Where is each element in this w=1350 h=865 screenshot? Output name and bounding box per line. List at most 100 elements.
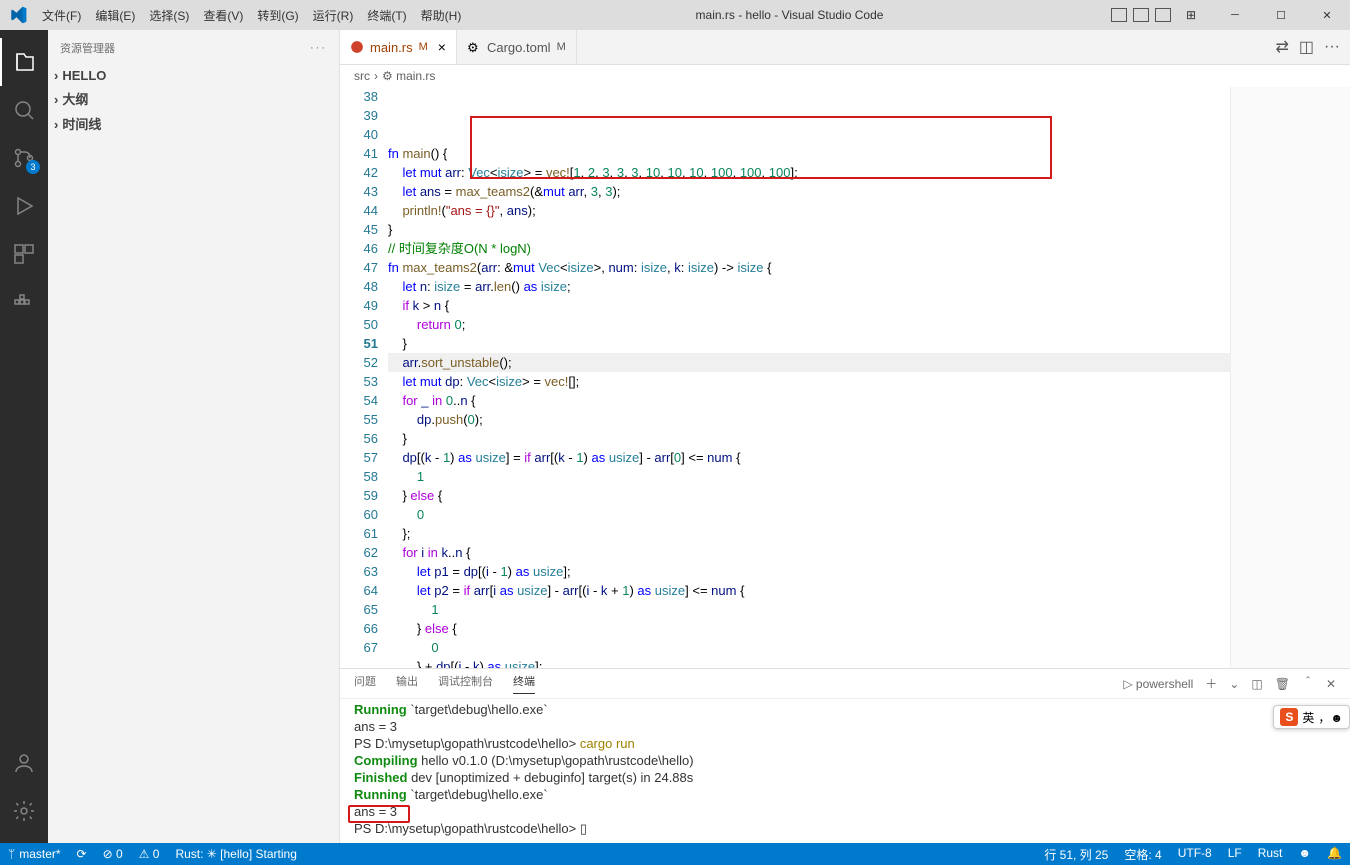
code-line[interactable]: let mut dp: Vec<isize> = vec![]; xyxy=(388,372,1230,391)
terminal-line: Running `target\debug\hello.exe` xyxy=(354,701,1336,718)
panel-tab[interactable]: 问题 xyxy=(354,673,376,694)
split-terminal-icon[interactable]: ◫ xyxy=(1251,677,1262,691)
editor-body: 3839404142434445464748495051525354555657… xyxy=(340,87,1350,668)
sidebar-more-icon[interactable]: ··· xyxy=(310,42,327,54)
breadcrumb-item[interactable]: ⚙ main.rs xyxy=(382,69,435,83)
code-editor[interactable]: fn main() { let mut arr: Vec<isize> = ve… xyxy=(388,87,1230,668)
terminal-dropdown-icon[interactable]: ⌄ xyxy=(1229,677,1239,691)
code-line[interactable]: } xyxy=(388,334,1230,353)
sidebar-section-header[interactable]: 大纲 xyxy=(48,86,339,111)
editor-tab[interactable]: main.rsM× xyxy=(340,30,457,64)
code-line[interactable]: dp.push(0); xyxy=(388,410,1230,429)
panel-tab[interactable]: 调试控制台 xyxy=(438,673,493,694)
activity-bar: 3 xyxy=(0,30,48,843)
code-line[interactable]: let p2 = if arr[i as usize] - arr[(i - k… xyxy=(388,581,1230,600)
more-actions-icon[interactable]: ··· xyxy=(1324,38,1340,56)
sidebar-section-header[interactable]: HELLO xyxy=(48,65,339,86)
code-line[interactable]: 1 xyxy=(388,600,1230,619)
explorer-icon[interactable] xyxy=(0,38,48,86)
layout-icons[interactable]: ⊞ xyxy=(1111,8,1212,22)
maximize-button[interactable]: ☐ xyxy=(1258,0,1304,30)
terminal-line: ans = 3 xyxy=(354,803,1336,820)
compare-icon[interactable]: ⇄ xyxy=(1275,37,1288,57)
new-terminal-icon[interactable]: ＋ xyxy=(1205,675,1217,692)
code-line[interactable]: 1 xyxy=(388,467,1230,486)
code-line[interactable]: } xyxy=(388,429,1230,448)
account-icon[interactable] xyxy=(0,739,48,787)
panel-tab[interactable]: 终端 xyxy=(513,673,535,694)
panel-tabs: 问题输出调试控制台终端 ▷ powershell ＋ ⌄ ◫ 🗑 ＾ ✕ xyxy=(340,669,1350,699)
git-branch[interactable]: ᛘ master* xyxy=(0,843,69,865)
terminal-output[interactable]: Running `target\debug\hello.exe`ans = 3P… xyxy=(340,699,1350,843)
code-line[interactable]: dp[(k - 1) as usize] = if arr[(k - 1) as… xyxy=(388,448,1230,467)
minimize-button[interactable]: ─ xyxy=(1212,0,1258,30)
code-line[interactable]: 0 xyxy=(388,505,1230,524)
code-line[interactable]: } xyxy=(388,220,1230,239)
code-line[interactable]: for i in k..n { xyxy=(388,543,1230,562)
minimap[interactable] xyxy=(1230,87,1350,668)
menu-item[interactable]: 终端(T) xyxy=(360,7,413,24)
split-editor-icon[interactable]: ◫ xyxy=(1299,37,1314,57)
terminal-line: PS D:\mysetup\gopath\rustcode\hello> ▯ xyxy=(354,820,1336,837)
code-line[interactable]: // 时间复杂度O(N * logN) xyxy=(388,239,1230,258)
panel-tab[interactable]: 输出 xyxy=(396,673,418,694)
sidebar-section-header[interactable]: 时间线 xyxy=(48,111,339,136)
menu-item[interactable]: 文件(F) xyxy=(35,7,88,24)
ime-indicator[interactable]: S 英 ，☻ xyxy=(1273,705,1350,729)
code-line[interactable]: return 0; xyxy=(388,315,1230,334)
terminal-line: Compiling hello v0.1.0 (D:\mysetup\gopat… xyxy=(354,752,1336,769)
menu-item[interactable]: 编辑(E) xyxy=(88,7,142,24)
code-line[interactable]: arr.sort_unstable(); xyxy=(388,353,1230,372)
code-line[interactable]: } else { xyxy=(388,619,1230,638)
code-line[interactable]: 0 xyxy=(388,638,1230,657)
close-button[interactable]: ✕ xyxy=(1304,0,1350,30)
code-line[interactable]: println!("ans = {}", ans); xyxy=(388,201,1230,220)
menu-item[interactable]: 运行(R) xyxy=(306,7,361,24)
errors-count[interactable]: ⊘ 0 xyxy=(95,843,131,865)
close-tab-icon[interactable]: × xyxy=(434,39,446,55)
sidebar-header: 资源管理器 ··· xyxy=(48,30,339,65)
code-line[interactable]: fn main() { xyxy=(388,144,1230,163)
code-line[interactable]: } + dp[(i - k) as usize]; xyxy=(388,657,1230,668)
code-line[interactable]: let mut arr: Vec<isize> = vec![1, 2, 3, … xyxy=(388,163,1230,182)
source-control-icon[interactable]: 3 xyxy=(0,134,48,182)
warnings-count[interactable]: ⚠ 0 xyxy=(131,843,168,865)
editor-tab[interactable]: ⚙Cargo.tomlM xyxy=(457,30,577,64)
run-debug-icon[interactable] xyxy=(0,182,48,230)
titlebar: 文件(F)编辑(E)选择(S)查看(V)转到(G)运行(R)终端(T)帮助(H)… xyxy=(0,0,1350,30)
encoding[interactable]: UTF-8 xyxy=(1170,846,1220,860)
breadcrumb[interactable]: src › ⚙ main.rs xyxy=(340,65,1350,87)
docker-icon[interactable] xyxy=(0,278,48,326)
menu-item[interactable]: 查看(V) xyxy=(196,7,250,24)
rust-status[interactable]: Rust: ✳ [hello] Starting xyxy=(167,843,304,865)
menu-item[interactable]: 转到(G) xyxy=(250,7,305,24)
window-controls: ─ ☐ ✕ xyxy=(1212,0,1350,30)
maximize-panel-icon[interactable]: ＾ xyxy=(1302,675,1314,692)
kill-terminal-icon[interactable]: 🗑 xyxy=(1275,677,1290,691)
terminal-profile[interactable]: ▷ powershell xyxy=(1123,677,1193,691)
feedback-icon[interactable]: ☻ xyxy=(1290,846,1319,860)
breadcrumb-item[interactable]: src xyxy=(354,69,370,83)
extensions-icon[interactable] xyxy=(0,230,48,278)
menu-item[interactable]: 帮助(H) xyxy=(414,7,469,24)
line-gutter: 3839404142434445464748495051525354555657… xyxy=(340,87,388,668)
cursor-position[interactable]: 行 51, 列 25 xyxy=(1036,846,1116,863)
code-line[interactable]: } else { xyxy=(388,486,1230,505)
menu-item[interactable]: 选择(S) xyxy=(142,7,196,24)
code-line[interactable]: fn max_teams2(arr: &mut Vec<isize>, num:… xyxy=(388,258,1230,277)
code-line[interactable]: let n: isize = arr.len() as isize; xyxy=(388,277,1230,296)
code-line[interactable]: let ans = max_teams2(&mut arr, 3, 3); xyxy=(388,182,1230,201)
terminal-line: ans = 3 xyxy=(354,718,1336,735)
indentation[interactable]: 空格: 4 xyxy=(1116,846,1169,863)
code-line[interactable]: if k > n { xyxy=(388,296,1230,315)
search-icon[interactable] xyxy=(0,86,48,134)
code-line[interactable]: }; xyxy=(388,524,1230,543)
close-panel-icon[interactable]: ✕ xyxy=(1326,677,1336,691)
code-line[interactable]: let p1 = dp[(i - 1) as usize]; xyxy=(388,562,1230,581)
notifications-icon[interactable]: 🔔 xyxy=(1319,846,1350,860)
code-line[interactable]: for _ in 0..n { xyxy=(388,391,1230,410)
sync-icon[interactable]: ⟳ xyxy=(69,843,95,865)
settings-gear-icon[interactable] xyxy=(0,787,48,835)
eol[interactable]: LF xyxy=(1220,846,1250,860)
language-mode[interactable]: Rust xyxy=(1250,846,1291,860)
